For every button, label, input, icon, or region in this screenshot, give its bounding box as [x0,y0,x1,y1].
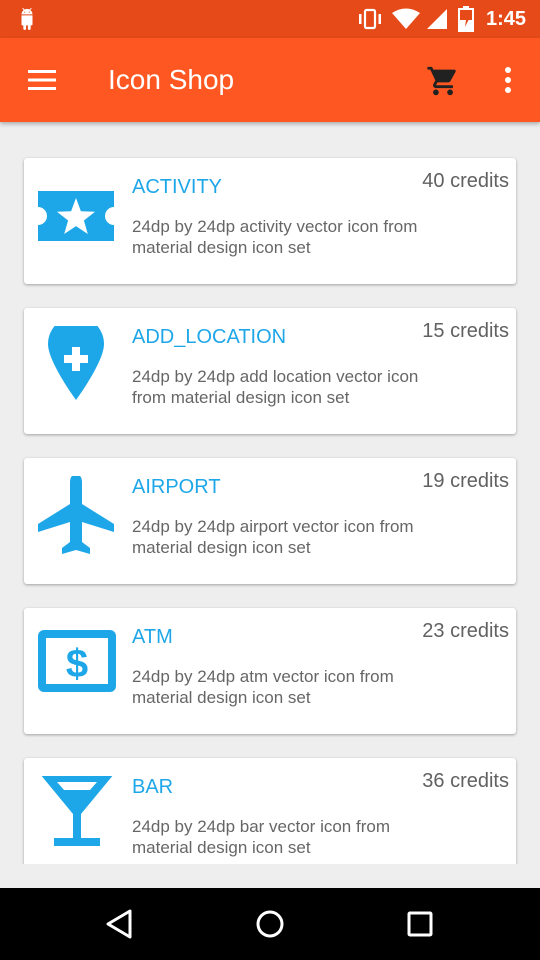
cocktail-glass-icon [36,774,120,860]
status-bar: 1:45 [0,0,540,38]
item-name: BAR [132,776,174,798]
more-vert-icon[interactable] [496,64,520,96]
item-name: AIRPORT [132,476,221,498]
recents-icon[interactable] [402,906,438,942]
signal-icon [427,9,447,29]
item-credits: 23 credits [422,620,509,642]
back-icon[interactable] [102,906,138,942]
status-time: 1:45 [486,8,527,30]
add-location-pin-icon [36,316,120,410]
item-name: ADD_LOCATION [132,326,287,348]
activity-ticket-star-icon [36,176,120,260]
wifi-icon [392,8,420,29]
home-icon[interactable] [252,906,288,942]
list-item-airport[interactable]: AIRPORT 19 credits 24dp by 24dp airport … [24,458,516,584]
svg-text:$: $ [66,642,88,686]
battery-charging-icon [458,6,474,32]
app-title: Icon Shop [108,64,235,95]
atm-dollar-icon: $ [36,626,120,710]
list-item-bar[interactable]: BAR 36 credits 24dp by 24dp bar vector i… [24,758,516,864]
item-credits: 36 credits [422,770,509,792]
item-description: 24dp by 24dp airport vector icon from ma… [132,517,414,557]
item-name: ATM [132,626,173,648]
item-description: 24dp by 24dp add location vector icon fr… [132,367,419,407]
android-debug-icon [21,8,33,30]
list-item-activity[interactable]: ACTIVITY 40 credits 24dp by 24dp activit… [24,158,516,284]
item-description: 24dp by 24dp activity vector icon from m… [132,217,418,257]
item-credits: 15 credits [422,320,509,342]
system-nav-bar [0,888,540,960]
app-bar: Icon Shop [0,38,540,122]
list-item-atm[interactable]: $ ATM 23 credits 24dp by 24dp atm vector… [24,608,516,734]
airplane-icon [36,474,120,560]
vibrate-icon [359,8,381,30]
item-credits: 19 credits [422,470,509,492]
list-item-add-location[interactable]: ADD_LOCATION 15 credits 24dp by 24dp add… [24,308,516,434]
item-name: ACTIVITY [132,176,223,198]
item-description: 24dp by 24dp bar vector icon from materi… [132,817,390,857]
cart-icon[interactable] [426,64,460,98]
item-credits: 40 credits [422,170,509,192]
item-description: 24dp by 24dp atm vector icon from materi… [132,667,394,707]
icon-list[interactable]: ACTIVITY 40 credits 24dp by 24dp activit… [0,122,540,864]
menu-icon[interactable] [26,66,58,94]
